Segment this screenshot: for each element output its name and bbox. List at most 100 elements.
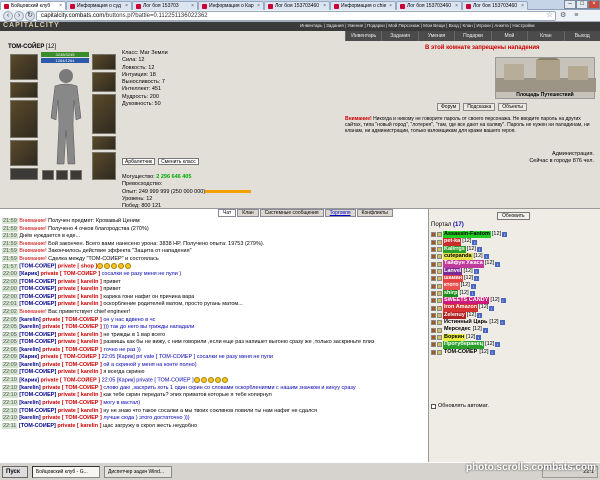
belt-slot[interactable] (10, 168, 38, 180)
gloves-slot[interactable] (92, 72, 116, 92)
bookmark-star-icon[interactable]: ☆ (546, 10, 553, 19)
chat-private-target[interactable]: private [ ТОМ-СОЙЕР ] (40, 354, 100, 360)
location-image[interactable]: Площадь Путешествий (495, 54, 596, 99)
tab-close-icon[interactable]: × (323, 3, 326, 9)
chat-private-target[interactable]: private [ karelin ] (58, 294, 102, 300)
auto-update[interactable]: Обновлять автомат. (431, 403, 489, 409)
player-row[interactable]: Мерседес [12] i (431, 326, 599, 334)
chat-nick[interactable]: [ТОМ-СОЙЕР] (19, 279, 56, 285)
minimize-button[interactable]: – (564, 0, 576, 9)
tab-close-icon[interactable]: × (521, 3, 524, 9)
change-class-button[interactable]: Сменить класс (158, 158, 199, 165)
helmet-slot[interactable] (10, 54, 38, 80)
scroll-slot-2[interactable] (56, 170, 68, 180)
chat-nick[interactable]: [ТОМ-СОЙЕР] (19, 369, 56, 375)
player-name[interactable]: Iron Amazon (443, 304, 479, 312)
chat-private-target[interactable]: private [ ТОМ-СОЙЕР ] (42, 362, 102, 368)
chat-private-target[interactable]: private [ shop ] (58, 264, 97, 270)
chat-private-target[interactable]: private [ karelin ] (58, 332, 102, 338)
reload-icon[interactable]: ↻ (25, 11, 35, 21)
chat-private-target[interactable]: private [ ТОМ-СОЙЕР ] (42, 317, 102, 323)
chat-nick[interactable]: [karelin] (19, 317, 40, 323)
chat-private-target[interactable]: private [ ТОМ-СОЙЕР ] (40, 377, 100, 383)
info-icon[interactable]: i (473, 268, 479, 274)
browser-tab[interactable]: Лог боя 153703460 × (396, 1, 462, 10)
chat-tab[interactable]: Конфликты (356, 209, 393, 217)
player-row[interactable]: Истинный Царь [12] i (431, 319, 599, 327)
forum-button[interactable]: Форум (437, 103, 461, 111)
player-name[interactable]: ктото (443, 282, 460, 290)
chat-nick[interactable]: [ТОМ-СОЙЕР] (19, 423, 56, 429)
chat-private-target[interactable]: private [ ТОМ-СОЙЕР ] (42, 324, 102, 330)
player-row[interactable]: ктото [12] i (431, 282, 599, 290)
close-window-button[interactable]: × (588, 0, 600, 9)
info-icon[interactable]: i (474, 276, 480, 282)
browser-tab[interactable]: Лог боя 153703460 × (264, 1, 330, 10)
chat-private-target[interactable]: private [ karelin ] (58, 369, 102, 375)
chat-nick[interactable]: [ТОМ-СОЙЕР] (19, 339, 56, 345)
chat-nick[interactable]: [ТОМ-СОЙЕР] (19, 332, 56, 338)
info-icon[interactable]: i (489, 349, 495, 355)
chat-tab[interactable]: Клан (237, 209, 259, 217)
chat-nick[interactable]: [ТОМ-СОЙЕР] (19, 392, 56, 398)
info-icon[interactable]: i (476, 246, 482, 252)
chat-nick[interactable]: [ТОМ-СОЙЕР] (19, 294, 56, 300)
character-nick[interactable]: ТОМ-СОЙЕР [12] (8, 44, 56, 50)
chat-nick[interactable]: [karelin] (19, 362, 40, 368)
objects-button[interactable]: Объекты (498, 103, 527, 111)
taskbar-item-browser[interactable]: Бойцовский клуб - G... (32, 466, 100, 478)
player-row[interactable]: ТОМ-СОЙЕР [12] i (431, 348, 599, 356)
info-icon[interactable]: i (476, 334, 482, 340)
player-row[interactable]: shirp [12] i (431, 289, 599, 298)
armor-slot[interactable] (10, 140, 38, 166)
browser-tab[interactable]: Лог боя 153703 × (132, 1, 198, 10)
ring-slot[interactable] (92, 136, 116, 150)
subnav-item[interactable]: Выход (563, 31, 600, 41)
chat-private-target[interactable]: private [ ТОМ-СОЙЕР ] (42, 415, 102, 421)
chat-private-target[interactable]: private [ karelin ] (58, 392, 102, 398)
browser-tab[interactable]: Информация о суд × (66, 1, 132, 10)
player-name[interactable]: Истинный Царь (443, 319, 489, 327)
class-dropdown[interactable]: Арбалетчик (122, 158, 156, 165)
player-row[interactable]: шаман [12] i (431, 275, 599, 283)
chat-nick[interactable]: [ТОМ-СОЙЕР] (19, 286, 56, 292)
player-name[interactable]: Протуберанец (443, 341, 485, 349)
boots-slot[interactable] (92, 152, 116, 180)
chat-nick[interactable]: [ТОМ-СОЙЕР] (19, 264, 56, 270)
browser-tab[interactable]: Информация о Кар × (198, 1, 264, 10)
browser-tab[interactable]: Лог боя 153703460 × (462, 1, 528, 10)
scroll-slot-1[interactable] (42, 170, 54, 180)
earring-slot[interactable] (92, 54, 116, 70)
player-name[interactable]: shirp (443, 289, 459, 298)
weapon-slot[interactable] (10, 100, 38, 138)
address-bar[interactable]: capitalcity.combats.com/buttons.pl?battl… (36, 11, 556, 21)
chat-private-target[interactable]: private [ ТОМ-СОЙЕР ] (42, 400, 102, 406)
info-icon[interactable]: i (495, 342, 501, 348)
subnav-item[interactable]: Мой (490, 31, 527, 41)
hint-button[interactable]: Подсказка (463, 103, 496, 111)
maximize-button[interactable]: □ (576, 0, 588, 9)
scroll-slot-3[interactable] (70, 170, 82, 180)
refresh-button[interactable]: Обновить (497, 212, 530, 220)
player-row[interactable]: Kalirrgs [12] i (431, 245, 599, 254)
info-icon[interactable]: i (476, 312, 482, 318)
chat-nick[interactable]: [karelin] (19, 415, 40, 421)
chat-private-target[interactable]: private [ karelin ] (58, 408, 102, 414)
chat-private-target[interactable]: private [ karelin ] (57, 423, 101, 429)
chat-tab[interactable]: Чат (218, 209, 237, 217)
player-row[interactable]: SWEETS CANDY [12] i (431, 297, 599, 305)
subnav-item[interactable]: Инвентарь (345, 31, 381, 41)
chat-tab[interactable]: Торговля (324, 209, 356, 217)
tab-close-icon[interactable]: × (191, 3, 194, 9)
info-icon[interactable]: i (489, 305, 495, 311)
chat-private-target[interactable]: private [ ТОМ-СОЙЕР ] (40, 271, 100, 277)
info-icon[interactable]: i (495, 261, 501, 267)
amulet-slot[interactable] (10, 82, 38, 98)
info-icon[interactable]: i (469, 290, 475, 296)
chat-nick[interactable]: [karelin] (19, 347, 40, 353)
chat-nick[interactable]: [ТОМ-СОЙЕР] (19, 301, 56, 307)
browser-tab[interactable]: Информация о chie × (330, 1, 396, 10)
chat-nick[interactable]: [Карик] (19, 354, 39, 360)
subnav-item[interactable]: Задания (381, 31, 417, 41)
tab-close-icon[interactable]: × (125, 3, 128, 9)
